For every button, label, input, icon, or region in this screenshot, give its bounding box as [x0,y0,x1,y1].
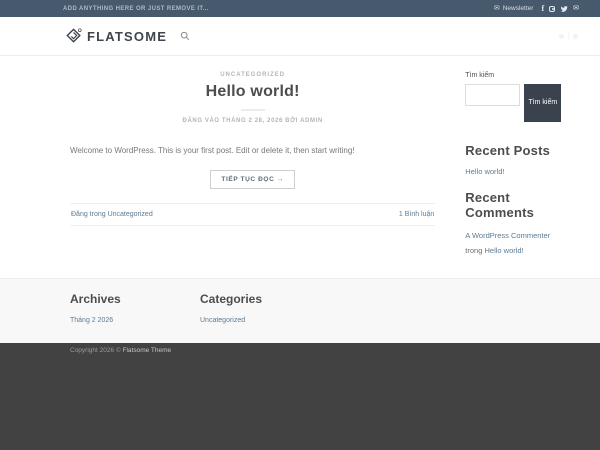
copyright-text: Copyright 2026 © Flatsome Theme [70,347,600,354]
copyright-prefix: Copyright 2026 © [70,347,123,354]
posted-in-link[interactable]: Đăng trong Uncategorized [71,211,153,218]
archives-title: Archives [70,292,200,306]
recent-posts-title: Recent Posts [465,143,566,158]
main-content: UNCATEGORIZED Hello world! ĐĂNG VÀO THÁN… [0,56,600,278]
recent-comment-item: A WordPress Commenter trong Hello world! [465,228,566,258]
header-secondary-icons [559,32,578,41]
categories-link[interactable]: Uncategorized [200,317,330,324]
topbar-message: ADD ANYTHING HERE OR JUST REMOVE IT... [63,6,209,12]
site-header: FLATSOME [0,17,600,56]
flatsome-logo-icon [66,28,82,44]
recent-post-link[interactable]: Hello world! [465,167,566,176]
comment-author-link[interactable]: A WordPress Commenter [465,231,550,240]
post-article: UNCATEGORIZED Hello world! ĐĂNG VÀO THÁN… [70,72,435,278]
facebook-icon[interactable]: f [541,5,544,13]
post-date-byline: ĐĂNG VÀO THÁNG 2 28, 2026 BỞI ADMIN [70,118,435,124]
post-title[interactable]: Hello world! [70,83,435,101]
footer-widgets: Archives Tháng 2 2026 Categories Uncateg… [0,278,600,343]
comment-post-link[interactable]: Hello world! [485,246,524,255]
search-widget-label: Tìm kiếm [465,72,566,79]
site-logo[interactable]: FLATSOME [66,28,167,44]
topbar: ADD ANYTHING HERE OR JUST REMOVE IT... ✉… [0,0,600,17]
comments-count-link[interactable]: 1 Bình luận [399,211,434,218]
logo-text: FLATSOME [87,29,167,44]
theme-link[interactable]: Flatsome Theme [123,347,172,354]
sidebar-search-input[interactable] [465,84,520,106]
categories-widget: Categories Uncategorized [200,292,330,343]
newsletter-link[interactable]: ✉ Newsletter [494,5,534,12]
post-excerpt: Welcome to WordPress. This is your first… [70,145,435,156]
sidebar: Tìm kiếm Tìm kiếm Recent Posts Hello wor… [465,72,566,278]
newsletter-label: Newsletter [503,5,534,12]
archives-month-link[interactable]: Tháng 2 2026 [70,317,200,324]
categories-title: Categories [200,292,330,306]
read-more-button[interactable]: TIẾP TỤC ĐỌC → [210,170,294,189]
search-icon[interactable] [180,31,190,41]
sidebar-search-button[interactable]: Tìm kiếm [524,84,561,122]
absolute-footer: Copyright 2026 © Flatsome Theme [0,343,600,450]
post-category[interactable]: UNCATEGORIZED [70,72,435,78]
envelope-icon: ✉ [494,5,500,12]
email-icon[interactable]: ✉ [573,5,579,12]
post-meta-row: Đăng trong Uncategorized 1 Bình luận [70,203,435,226]
twitter-icon[interactable] [560,5,568,13]
recent-comments-title: Recent Comments [465,190,566,220]
instagram-icon[interactable] [549,6,555,12]
comment-connector: trong [465,246,482,255]
archives-widget: Archives Tháng 2 2026 [70,292,200,343]
title-divider [241,109,265,111]
